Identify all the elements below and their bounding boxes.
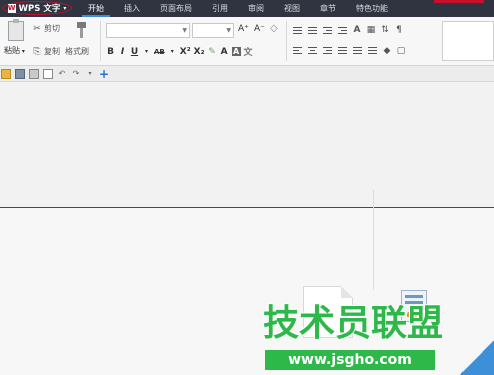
clear-format-icon[interactable]: ◇: [270, 23, 278, 34]
text-direction-icon[interactable]: A: [352, 25, 362, 35]
redo-icon[interactable]: ↷: [71, 69, 81, 79]
copy-icon: ⎘: [33, 46, 41, 57]
paste-label: 粘贴: [4, 46, 20, 55]
font-family-select[interactable]: ▼: [106, 23, 190, 38]
format-painter-icon[interactable]: [74, 21, 88, 39]
italic-button[interactable]: I: [118, 47, 127, 57]
paragraph-group: A ▦ ⇅ ¶ ◆ ▢: [290, 19, 440, 63]
print-preview-icon[interactable]: [43, 68, 53, 79]
paste-icon: [8, 19, 24, 41]
divider: [286, 21, 287, 61]
align-center-icon[interactable]: [307, 46, 318, 56]
scissors-icon: ✂: [33, 23, 41, 34]
tab-page-layout[interactable]: 页面布局: [150, 0, 202, 17]
new-tab-plus-icon[interactable]: +: [99, 68, 109, 80]
bullet-list-icon[interactable]: [292, 25, 303, 35]
justify-icon[interactable]: [337, 46, 348, 56]
numbered-list-icon[interactable]: [307, 25, 318, 35]
superscript-button[interactable]: X²: [180, 47, 191, 57]
watermark-brand: 技术员联盟: [263, 303, 444, 344]
shading-icon[interactable]: ◆: [382, 46, 392, 56]
chevron-down-icon: ▼: [182, 27, 187, 34]
paste-group[interactable]: 粘贴 ▾: [2, 19, 32, 63]
tab-references[interactable]: 引用: [202, 0, 238, 17]
chevron-down-icon: ▼: [226, 27, 231, 34]
table-icon[interactable]: ▦: [366, 25, 376, 35]
print-icon[interactable]: [29, 68, 39, 79]
chevron-down-icon: ▾: [20, 48, 25, 55]
tab-section[interactable]: 章节: [310, 0, 346, 17]
cut-label: 剪切: [44, 24, 60, 33]
char-shading-icon[interactable]: A: [231, 47, 241, 56]
wps-logo-icon: W: [7, 3, 16, 13]
decrease-indent-icon[interactable]: [322, 25, 333, 35]
tab-home[interactable]: 开始: [78, 0, 114, 17]
quick-access-toolbar: ↶ ↷ ▾ +: [0, 66, 494, 82]
phonetic-guide-icon[interactable]: 文: [244, 45, 253, 58]
tab-insert[interactable]: 插入: [114, 0, 150, 17]
underline-button[interactable]: U: [130, 47, 139, 57]
line-spacing-icon[interactable]: [367, 46, 378, 56]
font-group: ▼ ▼ A⁺ A⁻ ◇ B I U ▾ AB ▾ X² X₂ ✎ A A 文: [104, 19, 284, 63]
grow-font-button[interactable]: A⁺: [238, 24, 249, 34]
app-menu-button[interactable]: W WPS 文字 ▾: [2, 1, 72, 15]
chevron-down-icon: ▾: [63, 4, 67, 12]
align-left-icon[interactable]: [292, 46, 303, 56]
shrink-font-button[interactable]: A⁻: [254, 24, 265, 34]
highlight-icon[interactable]: ✎: [208, 47, 217, 57]
font-color-button[interactable]: A: [220, 47, 229, 57]
increase-indent-icon[interactable]: [337, 25, 348, 35]
strikethrough-button[interactable]: AB: [154, 48, 165, 56]
ribbon: 粘贴 ▾ ✂ 剪切 ⎘ 复制 格式刷 ▼ ▼ A⁺ A⁻ ◇ B I U ▾ A…: [0, 17, 494, 66]
tab-special-features[interactable]: 特色功能: [346, 0, 398, 17]
chevron-down-icon[interactable]: ▾: [85, 69, 95, 79]
divider: [100, 21, 101, 61]
open-folder-icon[interactable]: [1, 68, 11, 79]
ribbon-tabs: 开始 插入 页面布局 引用 审阅 视图 章节 特色功能: [78, 0, 398, 17]
app-name: WPS 文字: [18, 4, 61, 14]
corner-decoration: [460, 340, 494, 375]
tab-view[interactable]: 视图: [274, 0, 310, 17]
cut-button[interactable]: ✂ 剪切: [32, 23, 60, 34]
copy-button[interactable]: 复制: [44, 46, 60, 57]
save-icon[interactable]: [15, 68, 25, 79]
show-marks-icon[interactable]: ¶: [394, 25, 404, 35]
borders-icon[interactable]: ▢: [396, 46, 406, 56]
title-accent-bar: [434, 0, 484, 3]
undo-icon[interactable]: ↶: [57, 69, 67, 79]
chevron-down-icon: ▾: [170, 48, 174, 55]
sort-icon[interactable]: ⇅: [380, 25, 390, 35]
subscript-button[interactable]: X₂: [194, 47, 205, 57]
tab-review[interactable]: 审阅: [238, 0, 274, 17]
align-right-icon[interactable]: [322, 46, 333, 56]
distribute-icon[interactable]: [352, 46, 363, 56]
chevron-down-icon: ▾: [144, 48, 148, 55]
menu-bar: W WPS 文字 ▾ 开始 插入 页面布局 引用 审阅 视图 章节 特色功能: [0, 0, 494, 17]
clipboard-group: ✂ 剪切 ⎘ 复制 格式刷: [32, 19, 98, 63]
bold-button[interactable]: B: [106, 47, 115, 57]
styles-gallery[interactable]: [442, 21, 494, 61]
format-painter-button[interactable]: 格式刷: [65, 46, 89, 57]
watermark-url: www.jsgho.com: [265, 350, 435, 370]
divider: [373, 190, 374, 290]
font-size-select[interactable]: ▼: [192, 23, 234, 38]
